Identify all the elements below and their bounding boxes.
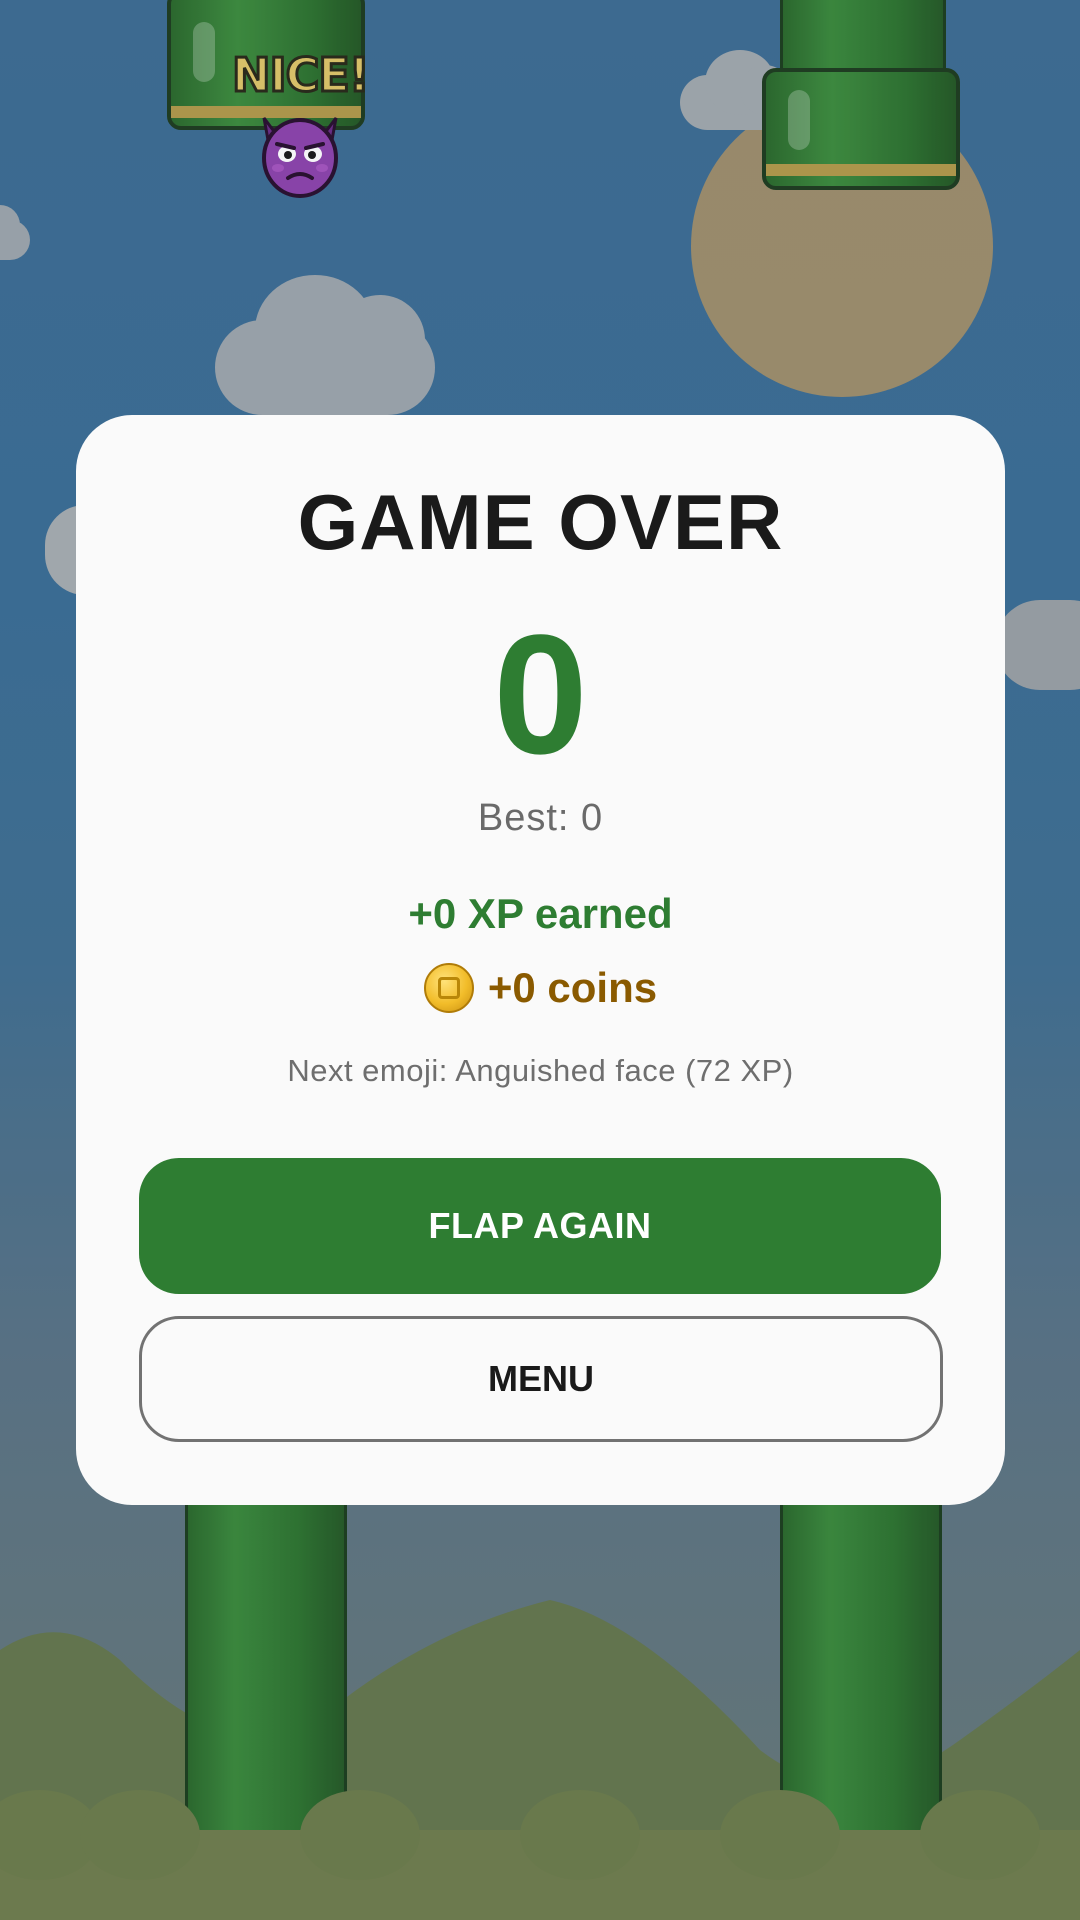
best-score: Best: 0: [477, 797, 604, 839]
coin-icon: [423, 963, 474, 1013]
xp-earned: +0 XP earned: [408, 890, 673, 937]
flap-again-label: FLAP AGAIN: [428, 1205, 652, 1246]
game-over-title: GAME OVER: [297, 478, 784, 566]
menu-label: MENU: [488, 1358, 594, 1399]
flap-again-button[interactable]: FLAP AGAIN: [139, 1158, 941, 1294]
coins-earned-row: +0 coins: [76, 963, 1005, 1013]
next-emoji-hint: Next emoji: Anguished face (72 XP): [287, 1053, 794, 1088]
final-score: 0: [493, 600, 588, 790]
coins-earned-label: +0 coins: [487, 964, 658, 1011]
menu-button[interactable]: MENU: [139, 1316, 943, 1442]
game-over-card: GAME OVER 0 Best: 0 +0 XP earned +0 coin…: [76, 415, 1005, 1505]
